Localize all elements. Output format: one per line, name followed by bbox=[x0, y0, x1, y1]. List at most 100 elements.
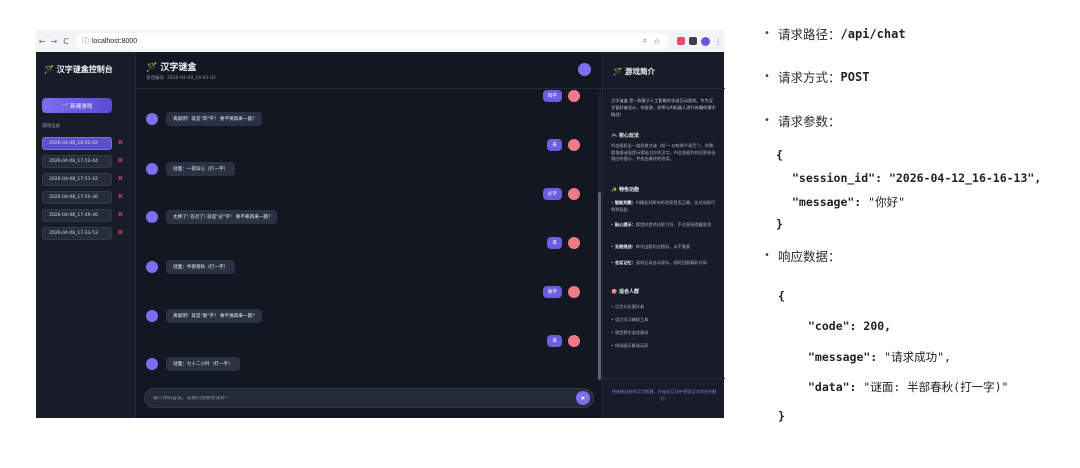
bot-bubble: 真聪明！就是"肉"字！ 要不要再来一题? bbox=[166, 112, 262, 126]
code-line: "session_id": "2026-04-12_16-16-13", bbox=[792, 171, 1041, 185]
browser-toolbar: ← → C ⓘ localhost:8000 ⌕ ☆ ⋮ bbox=[36, 30, 724, 52]
scrollbar-thumb[interactable] bbox=[598, 192, 601, 380]
audience-item: • 课堂教学游戏素材 bbox=[611, 330, 649, 335]
user-avatar bbox=[568, 286, 580, 298]
bot-message: 真聪明！就是"肉"字！ 要不要再来一题? bbox=[146, 112, 262, 126]
code-key: "data": bbox=[808, 380, 864, 394]
params-item: • 请求参数： bbox=[764, 111, 841, 130]
user-message: 来 bbox=[547, 236, 580, 250]
back-icon[interactable]: ← bbox=[36, 37, 48, 46]
feature-item: • 贴心提示：猜错时提供线索引导，不会直接透露答案 bbox=[611, 222, 712, 227]
code-value: "谜面: 半部春秋(打一字)" bbox=[863, 380, 1009, 394]
user-bubble: 必字 bbox=[542, 188, 562, 200]
feature-item: • 会话记忆：游戏记录自动保存，随时回顾精彩对局 bbox=[611, 260, 707, 265]
user-message: 肉字 bbox=[542, 89, 580, 103]
history-label: 游戏记录 bbox=[42, 124, 60, 129]
core-text: AI会随机出一道经典字谜（如"一口咬掉牛尾巴"），你需要根据谜面提示猜出对应的汉… bbox=[611, 143, 716, 161]
history-row: 2026-04-08_17-51-42 ✕ bbox=[42, 170, 130, 188]
method-label: 请求方式： bbox=[778, 70, 841, 85]
reload-icon[interactable]: C bbox=[60, 37, 72, 46]
bot-avatar bbox=[146, 113, 158, 125]
address-bar[interactable]: ⓘ localhost:8000 ⌕ ☆ bbox=[76, 33, 669, 49]
site-info-icon[interactable]: ⓘ bbox=[82, 36, 92, 46]
header-divider bbox=[136, 88, 602, 89]
bot-avatar bbox=[146, 310, 158, 322]
feature-item: • 无限挑战：每次出题均会随机，永不重复 bbox=[611, 244, 691, 249]
delete-icon[interactable]: ✕ bbox=[117, 157, 124, 165]
history-row: 2026-04-08_17-49-36 ✕ bbox=[42, 206, 130, 224]
path-label: 请求路径： bbox=[778, 27, 841, 42]
code-value: "请求成功", bbox=[884, 350, 951, 364]
bot-bubble: 谜面：半部春秋（打一字） bbox=[166, 260, 236, 274]
puzzle-icon[interactable] bbox=[689, 37, 697, 45]
feature-item: • 智能判题：AI精准判断你的答案是否正确，告对你即可得到鼓励 bbox=[611, 200, 716, 212]
bot-message: 谜面：半部春秋（打一字） bbox=[146, 260, 236, 274]
bullet: • bbox=[764, 28, 770, 39]
history-item[interactable]: 2026-04-08_17-51-42 bbox=[42, 172, 112, 186]
url-text: localhost:8000 bbox=[92, 37, 138, 45]
forward-icon[interactable]: → bbox=[48, 37, 60, 46]
chat-area: 🪄 汉字谜盒 会话编号: 2026-04-08_18-02-02 肉字 真聪明！… bbox=[136, 52, 602, 418]
delete-icon[interactable]: ✕ bbox=[117, 229, 124, 237]
history-item[interactable]: 2026-04-08_17-33-53 bbox=[42, 226, 112, 240]
zoom-icon[interactable]: ⌕ bbox=[639, 36, 651, 46]
code-value: 200, bbox=[863, 319, 892, 333]
code-brace: } bbox=[776, 217, 783, 231]
feature-name: 贴心提示： bbox=[614, 222, 636, 227]
history-item-label: 2026-04-08_17-33-53 bbox=[49, 230, 98, 236]
bot-bubble: 谜面：七十二小时（打一字） bbox=[166, 357, 240, 371]
bot-avatar bbox=[146, 211, 158, 223]
extension-icon[interactable] bbox=[677, 37, 685, 45]
code-key: "message": bbox=[792, 195, 869, 209]
send-button[interactable]: ➤ bbox=[576, 391, 590, 405]
code-brace: { bbox=[778, 289, 785, 303]
delete-icon[interactable]: ✕ bbox=[117, 175, 124, 183]
user-bubble: 秦字 bbox=[542, 286, 562, 298]
user-avatar bbox=[568, 139, 580, 151]
audience-heading: 🎯 适合人群 bbox=[611, 289, 639, 295]
feature-text: 猜错时提供线索引导，不会直接透露答案 bbox=[635, 222, 712, 227]
feature-name: 无限挑战： bbox=[614, 244, 636, 249]
delete-icon[interactable]: ✕ bbox=[117, 193, 124, 201]
history-item[interactable]: 2026-04-08_17-50-36 bbox=[42, 190, 112, 204]
history-row: 2026-04-08_17-52-44 ✕ bbox=[42, 152, 130, 170]
chat-input[interactable] bbox=[153, 395, 576, 401]
audience-text: 休闲娱乐解谜玩家 bbox=[614, 343, 649, 348]
intro-panel: 🪄 游戏简介 汉字谜盒 是一款基于人工智能的字谜互动游戏。专为汉字爱好者设计，你… bbox=[602, 52, 725, 418]
history-item[interactable]: 2026-04-08_17-52-44 bbox=[42, 154, 112, 168]
audience-text: 汉字文化爱好者 bbox=[614, 304, 645, 309]
chat-input-bar: ➤ bbox=[144, 388, 594, 408]
feature-text: 每次出题均会随机，永不重复 bbox=[635, 244, 691, 249]
new-game-button[interactable]: 🪄 新建游戏 bbox=[42, 98, 112, 113]
footer-divider bbox=[603, 378, 725, 379]
user-avatar bbox=[568, 237, 580, 249]
star-icon[interactable]: ☆ bbox=[651, 37, 663, 46]
user-message: 秦字 bbox=[542, 285, 580, 299]
api-doc: • 请求路径： /api/chat • 请求方式： POST • 请求参数： {… bbox=[760, 0, 1080, 468]
code-line: "message": "请求成功", bbox=[808, 349, 951, 365]
history-row: 2026-04-08_18-02-02 ✕ bbox=[42, 134, 130, 152]
session-id: 会话编号: 2026-04-08_18-02-02 bbox=[146, 76, 216, 81]
history-item[interactable]: 2026-04-08_18-02-02 bbox=[42, 136, 112, 150]
history-item[interactable]: 2026-04-08_17-49-36 bbox=[42, 208, 112, 222]
sidebar: 🪄 汉字谜盒控制台 🪄 新建游戏 游戏记录 2026-04-08_18-02-0… bbox=[36, 52, 136, 418]
intro-text: 汉字谜盒 是一款基于人工智能的字谜互动游戏。专为汉字爱好者设计，你说答，你将与A… bbox=[611, 98, 716, 117]
bot-avatar bbox=[146, 163, 158, 175]
bullet: • bbox=[764, 115, 770, 126]
avatar[interactable] bbox=[578, 63, 591, 76]
params-label: 请求参数： bbox=[778, 114, 841, 129]
audience-item: • 汉字文化爱好者 bbox=[611, 304, 645, 309]
profile-icon[interactable] bbox=[701, 36, 710, 46]
feature-text: 游戏记录自动保存，随时回顾精彩对局 bbox=[635, 260, 707, 265]
delete-icon[interactable]: ✕ bbox=[117, 139, 124, 147]
user-bubble: 来 bbox=[547, 139, 562, 151]
path-value: /api/chat bbox=[840, 26, 906, 41]
path-item: • 请求路径： /api/chat bbox=[764, 24, 906, 43]
bot-message: 谜面：七十二小时（打一字） bbox=[146, 357, 240, 371]
intro-divider bbox=[603, 88, 725, 89]
delete-icon[interactable]: ✕ bbox=[117, 211, 124, 219]
code-brace: { bbox=[776, 148, 783, 162]
user-avatar bbox=[568, 90, 580, 102]
menu-icon[interactable]: ⋮ bbox=[712, 37, 724, 46]
code-brace: } bbox=[778, 409, 785, 423]
